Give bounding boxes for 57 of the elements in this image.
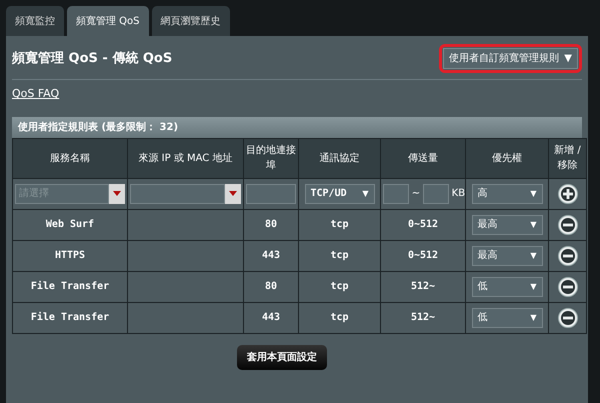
table-cell: Web Surf [12, 209, 128, 240]
remove-icon[interactable] [558, 308, 578, 328]
tab[interactable]: 網頁瀏覽歷史 [152, 6, 230, 36]
caret-icon: ▼ [530, 250, 536, 262]
caret-icon [113, 191, 121, 196]
protocol-dropdown[interactable]: TCP/UD ▼ [304, 184, 374, 204]
faq-link[interactable]: QoS FAQ [12, 87, 60, 100]
column-header: 新增 / 移除 [548, 138, 586, 178]
address-field[interactable] [130, 184, 241, 204]
table-cell: tcp [298, 240, 380, 271]
table-cell: File Transfer [12, 302, 128, 333]
table-cell: 512~ [380, 302, 466, 333]
table-cell: 80 [244, 271, 298, 302]
caret-icon [229, 191, 237, 196]
table-cell: tcp [298, 271, 380, 302]
table-cell: 0~512 [380, 209, 466, 240]
table-cell: tcp [298, 209, 380, 240]
mode-dropdown[interactable]: 使用者自訂頻寬管理規則 ▼ [442, 48, 578, 69]
caret-icon: ▼ [530, 218, 536, 230]
unit-label: KB [452, 187, 466, 201]
table-cell: tcp [298, 302, 380, 333]
priority-dropdown[interactable]: 最高 ▼ [472, 246, 542, 266]
table-cell: 80 [244, 209, 298, 240]
table-cell: 443 [244, 302, 298, 333]
column-header: 通訊協定 [298, 138, 380, 178]
remove-icon[interactable] [558, 246, 578, 266]
table-cell: File Transfer [12, 271, 128, 302]
range-field[interactable] [383, 184, 409, 204]
caret-icon: ▼ [530, 312, 536, 324]
caret-icon: ▼ [530, 280, 536, 292]
table-cell: HTTPS [12, 240, 128, 271]
port-field[interactable] [246, 184, 296, 204]
add-icon[interactable] [558, 184, 578, 204]
page-title: 頻寬管理 QoS - 傳統 QoS [12, 50, 172, 68]
column-header: 傳送量 [380, 138, 466, 178]
caret-icon: ▼ [564, 51, 572, 66]
range-separator: ~ [412, 187, 420, 201]
apply-button[interactable]: 套用本頁面設定 [237, 344, 327, 370]
caret-icon: ▼ [530, 188, 536, 200]
column-header: 目的地連接埠 [244, 138, 298, 178]
priority-dropdown[interactable]: 最高 ▼ [472, 214, 542, 234]
table-cell: 512~ [380, 271, 466, 302]
table-caption: 使用者指定規則表 (最多限制： 32) [12, 116, 582, 138]
caret-icon: ▼ [362, 188, 368, 200]
priority-dropdown[interactable]: 低 ▼ [472, 308, 542, 328]
column-header: 來源 IP 或 MAC 地址 [128, 138, 244, 178]
table-cell: 443 [244, 240, 298, 271]
priority-dropdown[interactable]: 低 ▼ [472, 276, 542, 296]
remove-icon[interactable] [558, 214, 578, 234]
tab[interactable]: 頻寬監控 [6, 6, 64, 36]
tab[interactable]: 頻寬管理 QoS [67, 6, 149, 36]
remove-icon[interactable] [558, 276, 578, 296]
column-header: 服務名稱 [12, 138, 128, 178]
priority-dropdown[interactable]: 高 ▼ [472, 184, 542, 204]
table-cell: 0~512 [380, 240, 466, 271]
range-field[interactable] [422, 184, 449, 204]
column-header: 優先權 [466, 138, 548, 178]
